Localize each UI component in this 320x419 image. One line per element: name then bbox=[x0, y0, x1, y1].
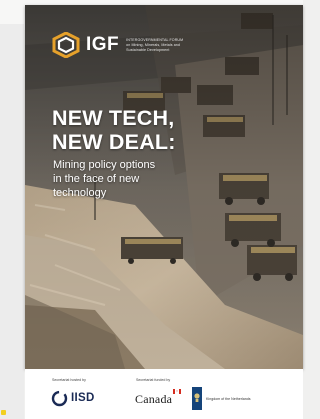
igf-fullname-line-3: Sustainable Development bbox=[126, 47, 170, 52]
subtitle-line-3: technology bbox=[53, 187, 107, 199]
igf-acronym: IGF bbox=[86, 34, 120, 55]
report-subtitle: Mining policy options in the face of new… bbox=[53, 158, 193, 200]
canada-flag-icon bbox=[173, 389, 181, 394]
canada-wordmark: Canada bbox=[135, 392, 173, 406]
viewer-left-strip bbox=[0, 24, 24, 419]
viewer-marker bbox=[1, 410, 6, 415]
iisd-ring-icon bbox=[51, 390, 68, 406]
netherlands-label: Kingdom of the Netherlands bbox=[206, 397, 251, 401]
subtitle-line-2: in the face of new bbox=[53, 173, 140, 185]
secretariat-funded-label: Secretariat funded by bbox=[136, 378, 171, 382]
report-title: NEW TECH, NEW DEAL: bbox=[52, 106, 272, 154]
title-line-2: NEW DEAL: bbox=[52, 130, 176, 154]
subtitle-line-1: Mining policy options bbox=[53, 159, 156, 171]
cover-footer: Secretariat hosted by Secretariat funded… bbox=[25, 369, 303, 419]
report-cover[interactable]: IGF INTERGOVERNMENTAL FORUM on Mining, M… bbox=[25, 5, 303, 369]
igf-fullname: INTERGOVERNMENTAL FORUM on Mining, Miner… bbox=[126, 38, 214, 53]
title-line-1: NEW TECH, bbox=[52, 106, 175, 130]
netherlands-crest-icon bbox=[194, 393, 200, 402]
iisd-logo-text: IISD bbox=[71, 392, 95, 404]
secretariat-hosted-label: Secretariat hosted by bbox=[52, 378, 86, 382]
netherlands-crest bbox=[192, 387, 202, 410]
iisd-logo: IISD bbox=[51, 388, 95, 408]
igf-logo-icon bbox=[52, 32, 80, 58]
igf-brand: IGF INTERGOVERNMENTAL FORUM on Mining, M… bbox=[52, 32, 214, 58]
